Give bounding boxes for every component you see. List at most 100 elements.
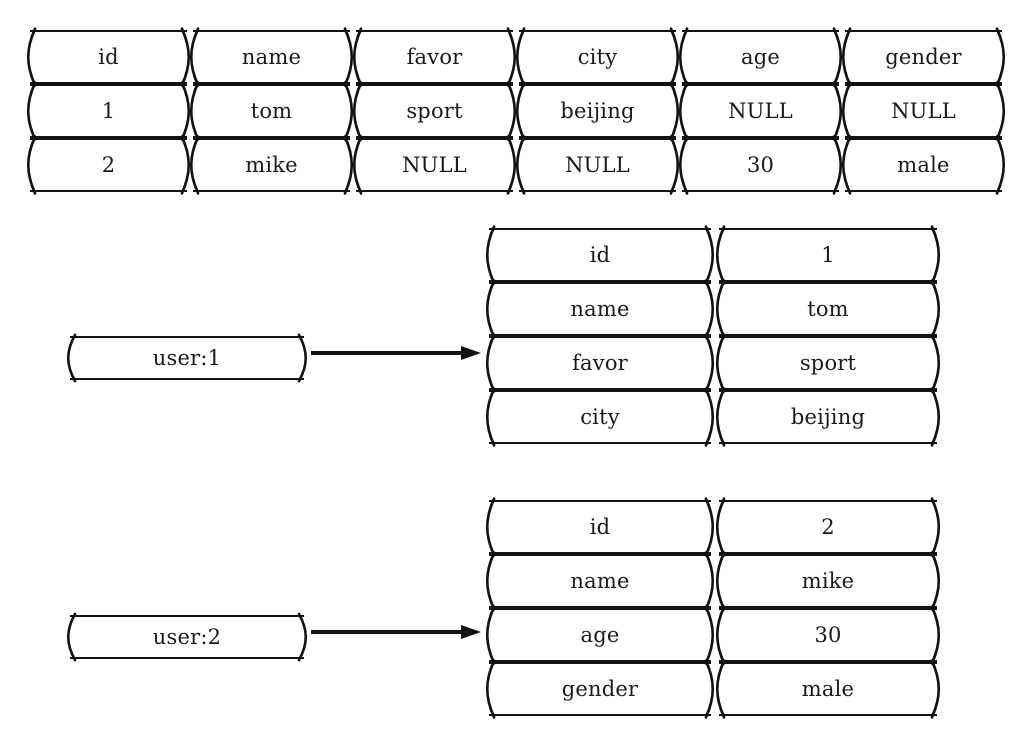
cell-bottom-rule <box>719 714 937 716</box>
table-body-cell: sport <box>352 81 517 141</box>
cell-left-brace <box>713 659 726 719</box>
cell-left-brace <box>713 279 726 339</box>
cell-left-brace <box>713 605 726 665</box>
cell-right-brace <box>704 659 717 719</box>
cell-top-rule <box>719 662 937 664</box>
hash-field-cell: age <box>485 605 715 665</box>
cell-right-brace <box>297 333 310 383</box>
hash-field-text: name <box>570 568 630 593</box>
cell-right-brace <box>930 605 943 665</box>
hash-field-cell: name <box>485 551 715 611</box>
arrow-user-2-to-hash-2 <box>311 623 483 641</box>
table-body-cell: mike <box>189 135 354 195</box>
table-body-cell: NULL <box>352 135 517 195</box>
table-body-text: mike <box>245 152 298 177</box>
cell-top-rule <box>70 336 304 338</box>
key-box-user-1: user:1 <box>66 333 308 383</box>
cell-left-brace <box>64 333 77 383</box>
table-body-text: NULL <box>728 98 793 123</box>
hash-field-text: name <box>570 296 630 321</box>
cell-bottom-rule <box>193 190 350 192</box>
cell-top-rule <box>30 84 187 86</box>
hash-value-cell: 30 <box>715 605 941 665</box>
cell-left-brace <box>713 551 726 611</box>
table-header-cell: name <box>189 27 354 87</box>
cell-right-brace <box>995 81 1008 141</box>
cell-top-rule <box>489 282 711 284</box>
cell-top-rule <box>193 84 350 86</box>
table-header-cell: gender <box>841 27 1006 87</box>
table-body-cell: beijing <box>515 81 680 141</box>
cell-top-rule <box>356 138 513 140</box>
table-header-cell: favor <box>352 27 517 87</box>
cell-right-brace <box>995 27 1008 87</box>
table-header-text: gender <box>885 44 962 69</box>
cell-top-rule <box>30 30 187 32</box>
cell-top-rule <box>719 390 937 392</box>
hash-field-text: id <box>589 514 611 539</box>
cell-left-brace <box>483 333 496 393</box>
hash-value-text: sport <box>799 350 857 375</box>
cell-top-rule <box>356 30 513 32</box>
table-header-text: name <box>241 44 302 69</box>
table-body-text: sport <box>406 98 463 123</box>
hash-field-text: city <box>580 404 620 429</box>
hash-value-text: beijing <box>790 404 866 429</box>
cell-top-rule <box>489 336 711 338</box>
hash-value-cell: tom <box>715 279 941 339</box>
cell-top-rule <box>719 500 937 502</box>
hash-value-cell: mike <box>715 551 941 611</box>
cell-right-brace <box>930 659 943 719</box>
hash-field-text: id <box>589 242 611 267</box>
hash-field-cell: name <box>485 279 715 339</box>
table-body-text: beijing <box>560 98 635 123</box>
cell-left-brace <box>483 659 496 719</box>
table-body-cell: NULL <box>841 81 1006 141</box>
hash-field-text: age <box>580 622 620 647</box>
cell-right-brace <box>930 387 943 447</box>
cell-right-brace <box>995 135 1008 195</box>
cell-bottom-rule <box>70 657 304 659</box>
cell-top-rule <box>489 390 711 392</box>
hash-field-text: gender <box>561 676 639 701</box>
hash-field-cell: city <box>485 387 715 447</box>
hash-value-text: mike <box>801 568 855 593</box>
table-header-text: city <box>577 44 618 69</box>
cell-top-rule <box>719 336 937 338</box>
cell-left-brace <box>483 497 496 557</box>
cell-right-brace <box>704 279 717 339</box>
cell-left-brace <box>483 387 496 447</box>
cell-bottom-rule <box>356 190 513 192</box>
table-body-text: 1 <box>101 98 116 123</box>
cell-right-brace <box>704 551 717 611</box>
cell-top-rule <box>845 138 1002 140</box>
hash-value-cell: 2 <box>715 497 941 557</box>
table-body-cell: tom <box>189 81 354 141</box>
cell-top-rule <box>193 138 350 140</box>
cell-top-rule <box>489 608 711 610</box>
cell-left-brace <box>713 333 726 393</box>
cell-bottom-rule <box>682 190 839 192</box>
cell-left-brace <box>483 225 496 285</box>
table-body-text: tom <box>250 98 293 123</box>
table-body-cell: NULL <box>678 81 843 141</box>
cell-top-rule <box>719 282 937 284</box>
cell-top-rule <box>489 228 711 230</box>
cell-top-rule <box>356 84 513 86</box>
cell-left-brace <box>64 612 77 662</box>
cell-right-brace <box>704 605 717 665</box>
key-box-text: user:1 <box>152 345 222 370</box>
cell-top-rule <box>30 138 187 140</box>
cell-top-rule <box>682 84 839 86</box>
hash-field-cell: id <box>485 225 715 285</box>
cell-left-brace <box>483 551 496 611</box>
cell-right-brace <box>930 551 943 611</box>
cell-top-rule <box>519 84 676 86</box>
table-body-text: 2 <box>101 152 116 177</box>
cell-left-brace <box>483 605 496 665</box>
cell-top-rule <box>682 30 839 32</box>
cell-bottom-rule <box>489 714 711 716</box>
cell-top-rule <box>489 500 711 502</box>
cell-right-brace <box>704 497 717 557</box>
cell-right-brace <box>704 225 717 285</box>
